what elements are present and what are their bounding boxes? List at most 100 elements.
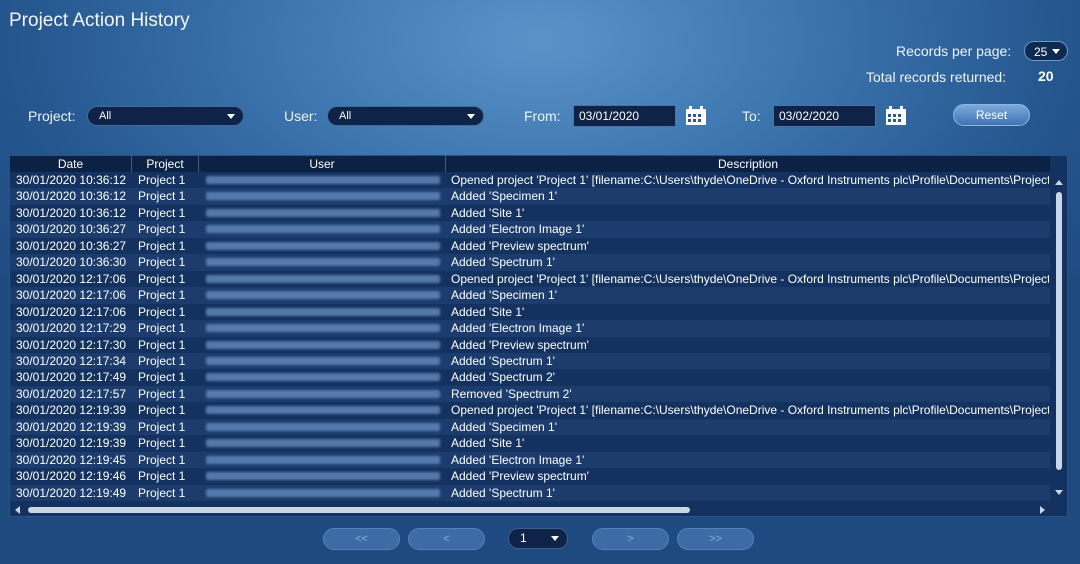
row-project: Project 1 [138, 205, 186, 220]
table-row[interactable]: 30/01/2020 10:36:12 Project 1 Added 'Speci… [10, 188, 1050, 205]
scroll-right-icon[interactable] [1040, 506, 1045, 514]
row-date: 30/01/2020 12:17:30 [16, 337, 127, 352]
chevron-down-icon [1052, 49, 1060, 54]
table-row[interactable]: 30/01/2020 12:17:06 Project 1 Opened proje… [10, 271, 1050, 288]
row-date: 30/01/2020 10:36:27 [16, 222, 127, 237]
table-row[interactable]: 30/01/2020 10:36:12 Project 1 Opened proje… [10, 172, 1050, 189]
column-header-date[interactable]: Date [10, 156, 132, 172]
row-description: Added 'Spectrum 1' [451, 485, 555, 500]
row-project: Project 1 [138, 173, 186, 187]
user-filter-select[interactable]: All [327, 106, 484, 126]
calendar-icon[interactable] [685, 105, 707, 126]
page-number: 1 [520, 531, 527, 545]
chevron-down-icon [467, 114, 475, 119]
table-header: Date Project User Description [10, 156, 1050, 172]
column-header-project[interactable]: Project [132, 156, 199, 172]
user-filter-value: All [339, 110, 352, 122]
row-date: 30/01/2020 12:19:39 [16, 403, 127, 418]
table-row[interactable]: 30/01/2020 12:19:46 Project 1 Added 'Previ… [10, 468, 1050, 485]
row-project: Project 1 [138, 337, 186, 352]
scroll-down-icon[interactable] [1055, 490, 1063, 495]
row-user-redacted [206, 258, 440, 267]
table-row[interactable]: 30/01/2020 10:36:30 Project 1 Added 'Spect… [10, 254, 1050, 271]
table-row[interactable]: 30/01/2020 12:17:57 Project 1 Removed 'Spe… [10, 385, 1050, 403]
table-row[interactable]: 30/01/2020 12:19:39 Project 1 Opened proje… [10, 402, 1050, 419]
row-date: 30/01/2020 12:17:29 [16, 321, 127, 336]
row-date: 30/01/2020 10:36:12 [16, 189, 127, 204]
total-records-label: Total records returned: [866, 69, 1007, 85]
last-page-button[interactable]: >> [677, 528, 754, 550]
table-row[interactable]: 30/01/2020 12:17:06 Project 1 Added 'Site … [10, 304, 1050, 321]
table-row[interactable]: 30/01/2020 10:36:12 Project 1 Added 'Site … [10, 205, 1050, 222]
total-records-value: 20 [1038, 68, 1054, 84]
row-description: Removed 'Spectrum 2' [451, 386, 572, 401]
table-row[interactable]: 30/01/2020 12:17:34 Project 1 Added 'Spect… [10, 352, 1050, 370]
row-user-redacted [206, 225, 440, 234]
row-description: Added 'Preview spectrum' [451, 337, 589, 352]
row-user-redacted [206, 340, 440, 349]
row-date: 30/01/2020 12:19:39 [16, 436, 127, 451]
calendar-icon[interactable] [885, 105, 907, 126]
table-row[interactable]: 30/01/2020 12:19:45 Project 1 Added 'Elect… [10, 451, 1050, 469]
row-description: Added 'Specimen 1' [451, 189, 557, 204]
row-project: Project 1 [138, 403, 186, 418]
vertical-scroll-thumb[interactable] [1056, 192, 1062, 470]
table-row[interactable]: 30/01/2020 12:19:49 Project 1 Added 'Spect… [10, 484, 1050, 502]
row-user-redacted [206, 439, 440, 448]
scroll-left-icon[interactable] [15, 506, 20, 514]
row-project: Project 1 [138, 469, 186, 484]
records-per-page-label: Records per page: [896, 43, 1012, 59]
row-user-redacted [206, 324, 440, 333]
row-project: Project 1 [138, 255, 186, 270]
row-date: 30/01/2020 12:19:39 [16, 419, 127, 434]
vertical-scrollbar[interactable] [1052, 172, 1066, 501]
row-project: Project 1 [138, 189, 186, 204]
row-project: Project 1 [138, 304, 186, 319]
column-header-description[interactable]: Description [446, 156, 1050, 172]
row-date: 30/01/2020 12:19:46 [16, 469, 127, 484]
row-description: Added 'Site 1' [451, 436, 525, 451]
scroll-up-icon[interactable] [1055, 180, 1063, 185]
row-user-redacted [206, 241, 440, 250]
table-row[interactable]: 30/01/2020 12:17:29 Project 1 Added 'Elect… [10, 320, 1050, 337]
records-per-page-select[interactable]: 25 [1024, 41, 1068, 61]
row-user-redacted [206, 472, 440, 481]
column-header-user[interactable]: User [199, 156, 446, 172]
table-row[interactable]: 30/01/2020 12:17:49 Project 1 Added 'Spect… [10, 369, 1050, 386]
table-row[interactable]: 30/01/2020 12:17:06 Project 1 Added 'Speci… [10, 287, 1050, 304]
from-date-input[interactable]: 03/01/2020 [573, 105, 676, 127]
row-user-redacted [206, 307, 440, 316]
page-select[interactable]: 1 [508, 528, 568, 549]
project-filter-label: Project: [28, 108, 76, 124]
chevron-down-icon [551, 536, 559, 541]
row-project: Project 1 [138, 353, 186, 368]
row-description: Added 'Spectrum 1' [451, 255, 555, 270]
page-title: Project Action History [9, 10, 190, 31]
table-row[interactable]: 30/01/2020 12:19:39 Project 1 Added 'Speci… [10, 418, 1050, 436]
horizontal-scroll-thumb[interactable] [28, 507, 690, 513]
row-description: Opened project 'Project 1' [filename:C:\… [451, 173, 1049, 187]
row-user-redacted [206, 455, 440, 464]
table-row[interactable]: 30/01/2020 10:36:27 Project 1 Added 'Previ… [10, 238, 1050, 255]
row-date: 30/01/2020 10:36:12 [16, 173, 127, 187]
first-page-button[interactable]: << [323, 528, 400, 550]
row-project: Project 1 [138, 452, 186, 467]
row-date: 30/01/2020 10:36:12 [16, 205, 127, 220]
row-date: 30/01/2020 12:19:45 [16, 452, 127, 467]
row-project: Project 1 [138, 288, 186, 303]
reset-button[interactable]: Reset [953, 104, 1030, 126]
table-row[interactable]: 30/01/2020 12:17:30 Project 1 Added 'Previ… [10, 337, 1050, 354]
row-user-redacted [206, 291, 440, 300]
row-date: 30/01/2020 10:36:27 [16, 238, 127, 253]
horizontal-scrollbar[interactable] [10, 503, 1052, 516]
table-row[interactable]: 30/01/2020 10:36:27 Project 1 Added 'Elect… [10, 221, 1050, 238]
project-filter-select[interactable]: All [87, 106, 244, 126]
table-row[interactable]: 30/01/2020 12:19:39 Project 1 Added 'Site … [10, 435, 1050, 452]
row-description: Added 'Spectrum 1' [451, 353, 555, 368]
row-project: Project 1 [138, 386, 186, 401]
row-user-redacted [206, 422, 440, 431]
to-date-input[interactable]: 03/02/2020 [773, 105, 876, 127]
next-page-button[interactable]: > [592, 528, 669, 550]
row-description: Added 'Preview spectrum' [451, 469, 589, 484]
previous-page-button[interactable]: < [408, 528, 485, 550]
